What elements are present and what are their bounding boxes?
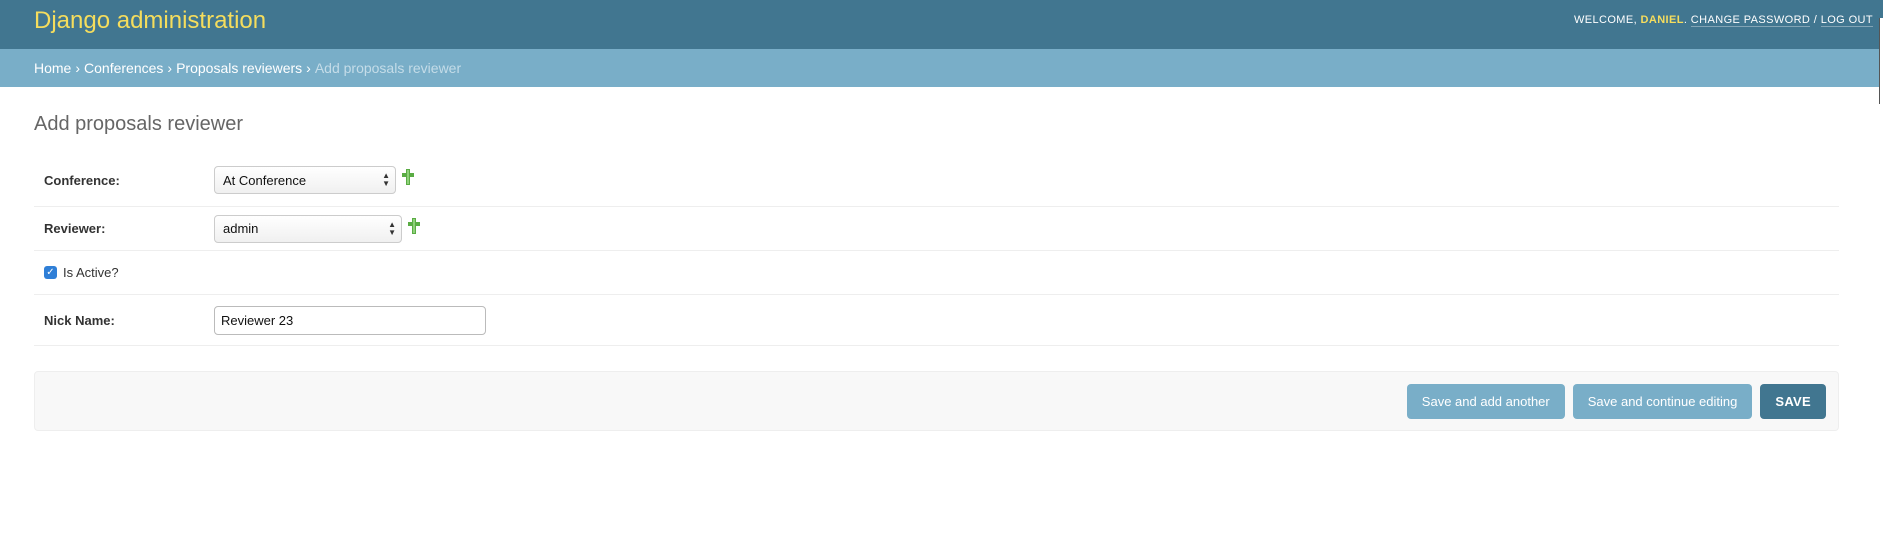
reviewer-label: Reviewer: xyxy=(44,221,106,236)
updown-arrows-icon: ▲ ▼ xyxy=(382,171,390,188)
header: Django administration WELCOME, DANIEL. C… xyxy=(0,0,1883,49)
user-tools: WELCOME, DANIEL. CHANGE PASSWORD / LOG O… xyxy=(1573,13,1873,27)
breadcrumb-proposals-reviewers[interactable]: Proposals reviewers xyxy=(176,60,302,76)
page-title: Add proposals reviewer xyxy=(34,113,243,135)
change-password-link[interactable]: CHANGE PASSWORD xyxy=(1690,13,1811,27)
save-and-add-another-button[interactable]: Save and add another xyxy=(1406,383,1565,419)
logout-link[interactable]: LOG OUT xyxy=(1820,13,1873,27)
form-row-nick-name: Nick Name: xyxy=(34,295,1839,346)
plus-icon[interactable] xyxy=(402,169,414,185)
checkmark-icon: ✓ xyxy=(46,267,55,278)
breadcrumb-current: Add proposals reviewer xyxy=(314,60,462,76)
nick-name-input[interactable] xyxy=(214,305,486,335)
is-active-checkbox[interactable]: ✓ xyxy=(44,266,57,279)
nick-name-label: Nick Name: xyxy=(44,312,115,328)
breadcrumb-home[interactable]: Home xyxy=(34,60,71,76)
save-button[interactable]: SAVE xyxy=(1760,383,1826,419)
breadcrumb: Home › Conferences › Proposals reviewers… xyxy=(0,49,1883,87)
submit-row: Save and add another Save and continue e… xyxy=(34,371,1839,431)
breadcrumb-separator: › xyxy=(75,60,81,76)
save-and-continue-button[interactable]: Save and continue editing xyxy=(1572,383,1753,419)
breadcrumb-separator: › xyxy=(167,60,173,76)
is-active-label: Is Active? xyxy=(63,265,119,280)
updown-arrows-icon: ▲ ▼ xyxy=(388,219,396,237)
breadcrumb-separator: › xyxy=(306,60,311,76)
username: DANIEL xyxy=(1640,13,1684,26)
scrollbar[interactable] xyxy=(1879,18,1883,104)
user-tools-separator: / xyxy=(1813,13,1818,26)
breadcrumb-conferences[interactable]: Conferences xyxy=(84,60,163,76)
site-branding[interactable]: Django administration xyxy=(34,7,266,35)
form-row-reviewer: Reviewer: admin ▲ ▼ xyxy=(34,207,1839,251)
plus-icon[interactable] xyxy=(408,217,420,234)
conference-select-value: At Conference xyxy=(223,172,307,188)
conference-label: Conference: xyxy=(44,172,120,188)
reviewer-select-value: admin xyxy=(223,221,259,236)
conference-select[interactable]: At Conference ▲ ▼ xyxy=(214,166,396,194)
welcome-text: WELCOME, xyxy=(1573,13,1638,26)
form-row-conference: Conference: At Conference ▲ ▼ xyxy=(34,154,1839,207)
reviewer-select[interactable]: admin ▲ ▼ xyxy=(214,214,402,243)
content: Add proposals reviewer Conference: At Co… xyxy=(0,113,1883,431)
form-row-is-active: ✓ Is Active? xyxy=(34,251,1839,295)
